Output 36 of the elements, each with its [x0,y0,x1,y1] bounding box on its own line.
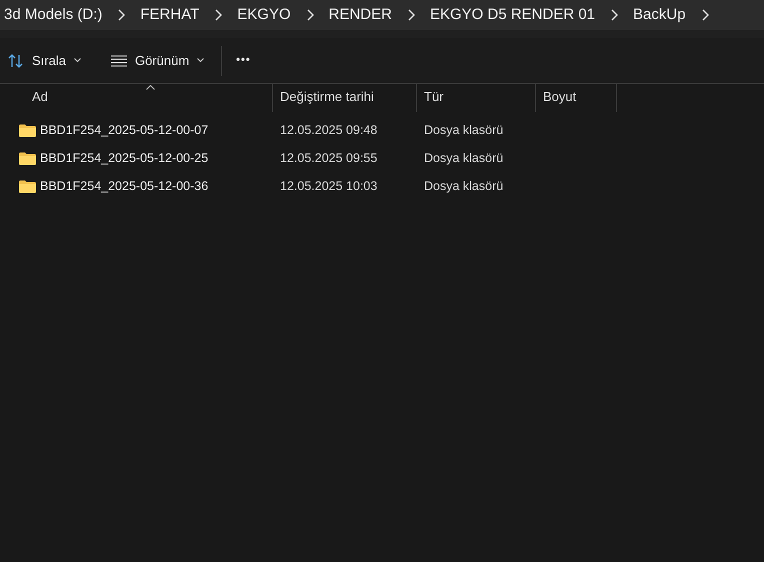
breadcrumb-item[interactable]: EKGYO [237,4,291,26]
modified-date: 12.05.2025 09:48 [280,122,378,137]
sort-arrows-icon [8,54,24,68]
item-type: Dosya klasörü [424,150,504,165]
column-header[interactable]: Değiştirme tarihi [273,84,417,112]
item-type: Dosya klasörü [424,122,504,137]
breadcrumb-item[interactable]: RENDER [328,4,392,26]
more-button[interactable]: ••• [236,52,251,69]
folder-icon [19,124,36,136]
column-header[interactable]: Boyut [536,84,617,112]
chevron-down-icon [74,58,81,63]
breadcrumb-item[interactable]: 3d Models (D:) [4,4,102,26]
sort-button[interactable]: Sırala [6,46,83,76]
chevron-right-icon[interactable] [214,9,222,21]
item-type: Dosya klasörü [424,178,504,193]
column-header[interactable]: Ad [0,84,273,112]
chevron-right-icon[interactable] [406,9,415,21]
chevron-right-icon[interactable] [610,9,618,21]
chevron-right-icon[interactable] [306,9,314,21]
breadcrumb-item[interactable]: BackUp [633,4,686,26]
folder-name[interactable]: BBD1F254_2025-05-12-00-07 [40,120,208,140]
modified-date: 12.05.2025 10:03 [280,178,378,193]
chevron-right-icon[interactable] [117,9,126,21]
chevron-down-icon [197,58,204,63]
sort-up-icon [146,85,155,90]
breadcrumb-item[interactable]: FERHAT [140,4,200,26]
modified-date: 12.05.2025 09:55 [280,150,378,165]
folder-name[interactable]: BBD1F254_2025-05-12-00-36 [40,176,208,196]
column-header[interactable]: Tür [417,84,536,112]
folder-icon [19,152,36,164]
breadcrumb-item[interactable]: EKGYO D5 RENDER 01 [430,4,596,26]
view-button[interactable]: Görünüm [108,46,206,76]
folder-icon [19,180,36,192]
list-icon [110,54,127,66]
folder-name[interactable]: BBD1F254_2025-05-12-00-25 [40,148,208,168]
chevron-right-icon[interactable] [700,9,709,21]
